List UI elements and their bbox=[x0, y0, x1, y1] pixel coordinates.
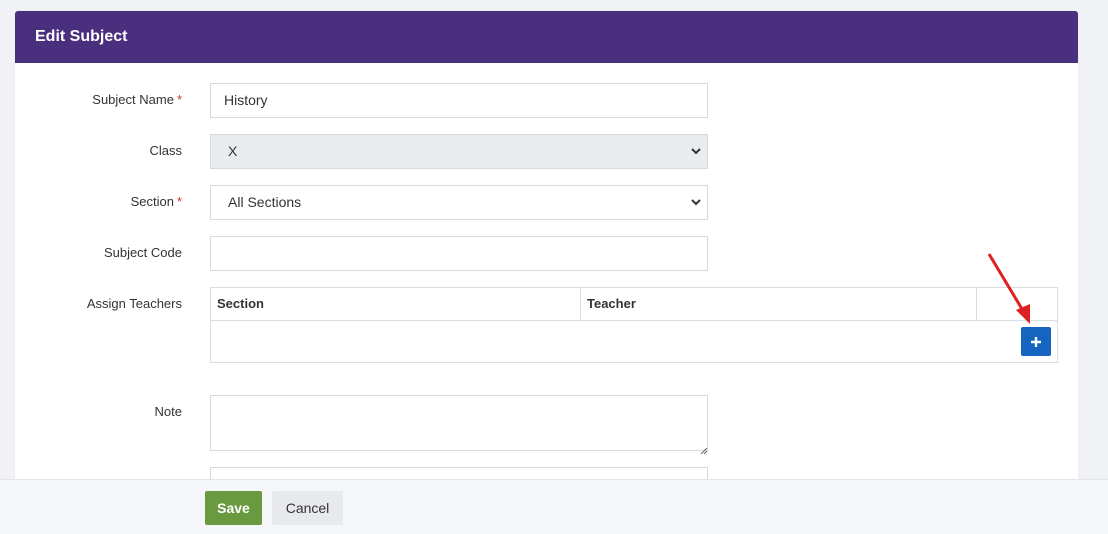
column-header-section: Section bbox=[211, 288, 581, 320]
subject-name-label: Subject Name * bbox=[92, 92, 182, 107]
column-header-teacher: Teacher bbox=[581, 288, 977, 320]
required-marker: * bbox=[176, 194, 182, 209]
section-select[interactable]: All Sections bbox=[210, 185, 708, 220]
card-title: Edit Subject bbox=[15, 11, 1078, 63]
subject-code-input[interactable] bbox=[210, 236, 708, 271]
class-select[interactable]: X bbox=[210, 134, 708, 169]
cancel-button[interactable]: Cancel bbox=[272, 491, 343, 525]
note-textarea[interactable] bbox=[210, 395, 708, 451]
table-header-row: Section Teacher bbox=[211, 288, 1057, 321]
section-label: Section * bbox=[130, 194, 182, 209]
edit-subject-card: Edit Subject Subject Name * History Class… bbox=[15, 11, 1078, 534]
chevron-down-icon bbox=[691, 186, 701, 219]
assign-teachers-table: Section Teacher bbox=[210, 287, 1058, 363]
form-footer: Save Cancel bbox=[0, 479, 1108, 534]
add-teacher-button[interactable] bbox=[1021, 327, 1051, 356]
subject-code-label: Subject Code bbox=[103, 245, 182, 260]
plus-icon bbox=[1031, 337, 1041, 347]
resize-grip-icon[interactable] bbox=[700, 442, 708, 460]
annotation-arrow-icon bbox=[987, 253, 1030, 324]
note-label: Note bbox=[154, 404, 182, 419]
chevron-down-icon bbox=[691, 135, 701, 168]
required-marker: * bbox=[176, 92, 182, 107]
section-select-value: All Sections bbox=[228, 194, 302, 210]
class-select-value: X bbox=[228, 143, 238, 159]
save-button[interactable]: Save bbox=[205, 491, 262, 525]
assign-teachers-label: Assign Teachers bbox=[86, 296, 182, 311]
class-label: Class bbox=[149, 143, 182, 158]
subject-name-input[interactable]: History bbox=[210, 83, 708, 118]
